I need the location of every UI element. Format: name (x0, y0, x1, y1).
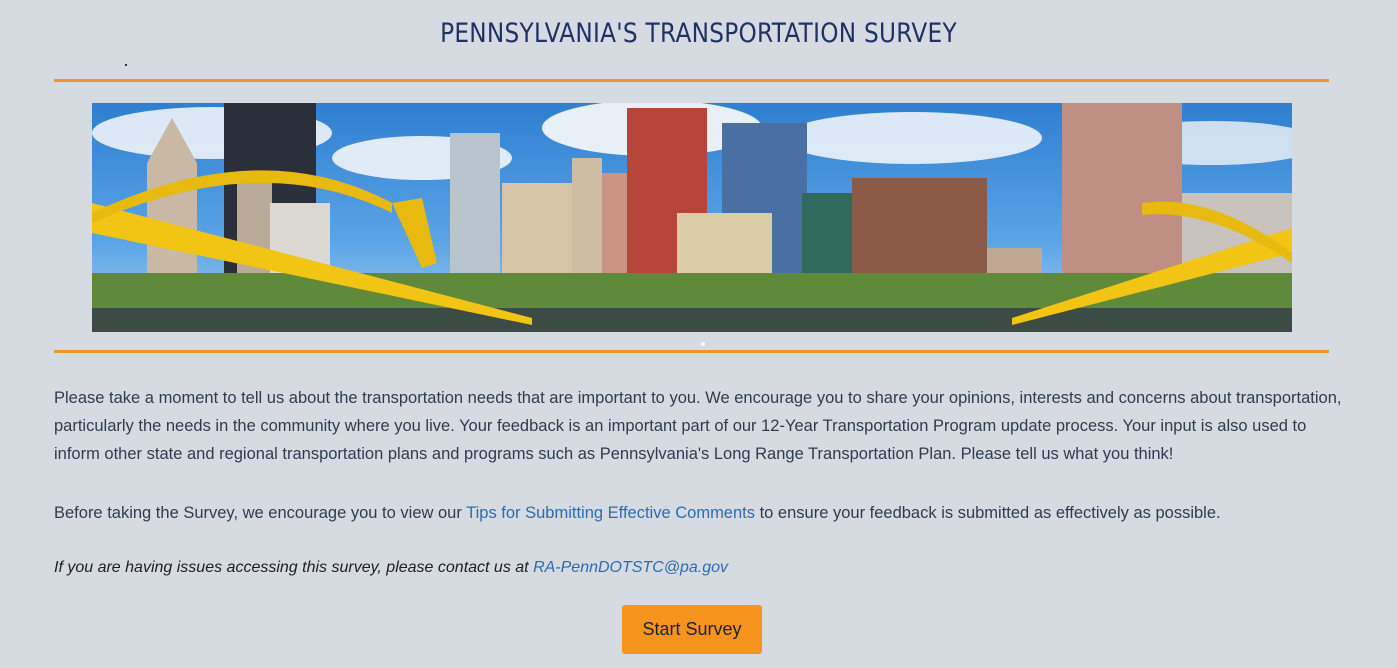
skyline-banner-image (92, 103, 1292, 332)
stray-dot (125, 64, 127, 66)
contact-email-link[interactable]: RA-PennDOTSTC@pa.gov (533, 559, 728, 576)
bottom-divider (54, 350, 1329, 353)
start-survey-button[interactable]: Start Survey (622, 605, 762, 654)
page-title: PENNSYLVANIA'S TRANSPORTATION SURVEY (440, 18, 957, 49)
intro-paragraph: Please take a moment to tell us about th… (54, 389, 1342, 463)
tips-after-text: to ensure your feedback is submitted as … (755, 504, 1221, 522)
tips-link[interactable]: Tips for Submitting Effective Comments (466, 504, 755, 522)
tips-before-text: Before taking the Survey, we encourage y… (54, 504, 467, 522)
tips-paragraph: Before taking the Survey, we encourage y… (54, 499, 1344, 527)
contact-paragraph: If you are having issues accessing this … (54, 554, 1344, 582)
carousel-indicator[interactable] (701, 342, 705, 346)
contact-text: If you are having issues accessing this … (54, 559, 534, 576)
top-divider (54, 79, 1329, 82)
